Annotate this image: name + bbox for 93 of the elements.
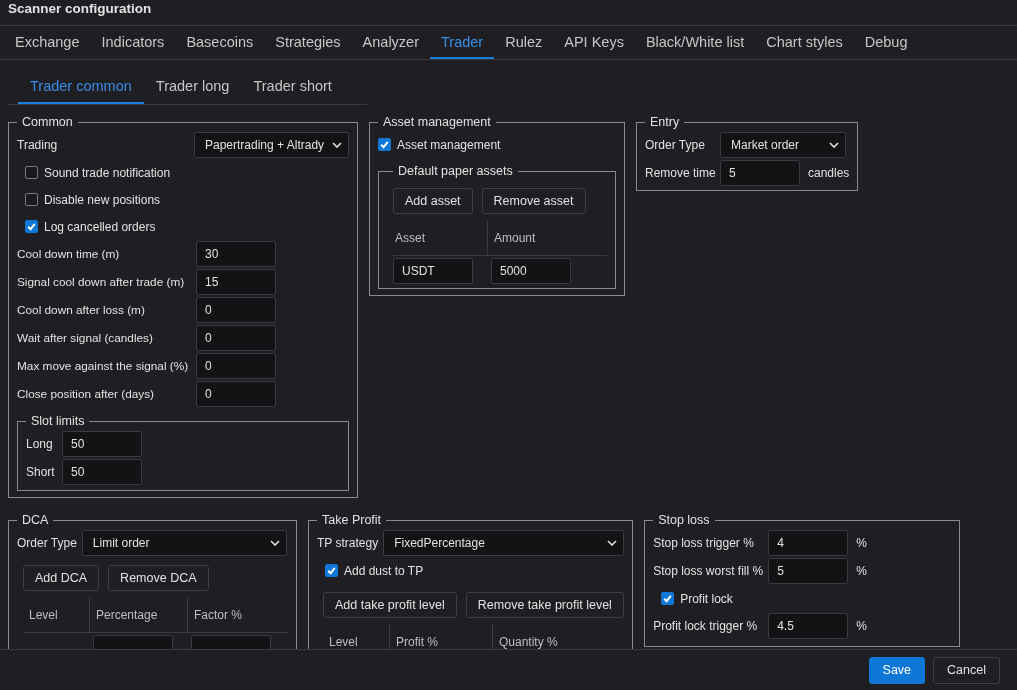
tab[interactable]: Basecoins xyxy=(175,26,265,59)
action-button[interactable]: Remove asset xyxy=(481,188,586,214)
field-label: Order Type xyxy=(645,138,706,152)
checkbox[interactable] xyxy=(25,193,38,206)
number-field[interactable]: 5 xyxy=(768,558,849,584)
tab[interactable]: Strategies xyxy=(264,26,352,59)
field-label: Signal cool down after trade (m) xyxy=(17,275,186,289)
number-field[interactable]: 50 xyxy=(62,431,142,457)
action-button[interactable]: Add take profit level xyxy=(323,592,457,618)
tab[interactable]: Trader long xyxy=(143,70,242,104)
column-header: Percentage xyxy=(89,597,187,632)
order-type-dropdown[interactable]: Market order xyxy=(720,132,846,158)
number-field[interactable]: 50 xyxy=(62,459,142,485)
field-label: Profit lock trigger % xyxy=(653,619,759,633)
number-field[interactable]: 0 xyxy=(196,353,276,379)
field-label: Trading xyxy=(17,138,58,152)
group-title: DCA xyxy=(21,513,50,527)
number-field[interactable]: 0 xyxy=(196,297,276,323)
checkbox[interactable] xyxy=(25,220,38,233)
checkbox-label: Asset management xyxy=(397,137,501,152)
field-label: Stop loss worst fill % xyxy=(653,564,765,578)
number-field[interactable]: 30 xyxy=(196,241,276,267)
tab[interactable]: API Keys xyxy=(553,26,635,59)
tab[interactable]: Analyzer xyxy=(351,26,430,59)
column-header: Quantity % xyxy=(492,624,595,649)
group-title: Take Profit xyxy=(321,513,383,527)
number-field[interactable]: 0 xyxy=(196,325,276,351)
number-field[interactable]: 0 xyxy=(196,381,276,407)
number-field[interactable]: 5 xyxy=(720,160,800,186)
order-type-dropdown[interactable]: Limit order xyxy=(81,530,287,556)
table-input[interactable]: USDT xyxy=(393,258,473,284)
action-button[interactable]: Remove take profit level xyxy=(465,592,624,618)
column-header: Profit % xyxy=(389,624,492,649)
checkbox[interactable] xyxy=(325,564,338,577)
field-label: TP strategy xyxy=(317,536,379,550)
checkbox-label: Add dust to TP xyxy=(344,563,424,578)
number-field[interactable]: 4.5 xyxy=(768,613,849,639)
trading-dropdown[interactable]: Papertrading + Altrady xyxy=(194,132,349,158)
unit-label: candles xyxy=(808,166,850,180)
checkbox[interactable] xyxy=(25,166,38,179)
caret-icon xyxy=(332,142,342,148)
group-title: Stop loss xyxy=(657,513,711,527)
field-label: Wait after signal (candles) xyxy=(17,331,154,345)
field-label: Max move against the signal (%) xyxy=(17,359,190,373)
checkbox-label: Profit lock xyxy=(680,591,733,606)
field-label: Long xyxy=(26,437,54,451)
tab[interactable]: Trader xyxy=(430,26,495,59)
group-title: Default paper assets xyxy=(397,164,514,178)
field-label: Remove time xyxy=(645,166,717,180)
column-header: Asset xyxy=(394,229,426,247)
checkbox[interactable] xyxy=(378,138,391,151)
field-label: Close position after (days) xyxy=(17,387,156,401)
unit-label: % xyxy=(856,564,867,578)
save-button[interactable]: Save xyxy=(868,656,926,684)
caret-icon xyxy=(829,142,839,148)
unit-label: % xyxy=(856,536,867,550)
group-title: Common xyxy=(21,115,74,129)
cancel-button[interactable]: Cancel xyxy=(933,656,1000,684)
field-label: Order Type xyxy=(17,536,77,550)
column-header: Level xyxy=(328,633,359,649)
field-label: Stop loss trigger % xyxy=(653,536,755,550)
tab[interactable]: Black/White list xyxy=(634,26,756,59)
table-input[interactable]: 5000 xyxy=(491,258,571,284)
group-title: Entry xyxy=(649,115,681,129)
number-field[interactable]: 4 xyxy=(768,530,849,556)
window-title: Scanner configuration xyxy=(0,0,1017,26)
tab[interactable]: Trader short xyxy=(241,70,344,104)
checkbox-label: Sound trade notification xyxy=(44,165,171,180)
checkbox-label: Log cancelled orders xyxy=(44,219,156,234)
strategy-dropdown[interactable]: FixedPercentage xyxy=(383,530,625,556)
checkbox[interactable] xyxy=(661,592,675,605)
number-field[interactable]: 15 xyxy=(196,269,276,295)
group-title: Asset management xyxy=(382,115,492,129)
tab[interactable]: Rulez xyxy=(494,26,554,59)
field-label: Short xyxy=(26,465,56,479)
checkbox-label: Disable new positions xyxy=(44,192,161,207)
unit-label: % xyxy=(856,619,867,633)
column-header: Level xyxy=(28,606,59,624)
tab[interactable]: Debug xyxy=(853,26,919,59)
column-header: Factor % xyxy=(187,597,285,632)
caret-icon xyxy=(269,540,280,546)
column-header: Amount xyxy=(487,220,587,255)
action-button[interactable]: Add DCA xyxy=(23,565,100,591)
group-title: Slot limits xyxy=(30,414,86,428)
tab[interactable]: Indicators xyxy=(90,26,176,59)
action-button[interactable]: Remove DCA xyxy=(108,565,209,591)
tab[interactable]: Exchange xyxy=(4,26,91,59)
tab[interactable]: Trader common xyxy=(18,70,144,104)
caret-icon xyxy=(607,540,618,546)
action-button[interactable]: Add asset xyxy=(393,188,473,214)
tab[interactable]: Chart styles xyxy=(755,26,854,59)
field-label: Cool down time (m) xyxy=(17,247,121,261)
field-label: Cool down after loss (m) xyxy=(17,303,146,317)
